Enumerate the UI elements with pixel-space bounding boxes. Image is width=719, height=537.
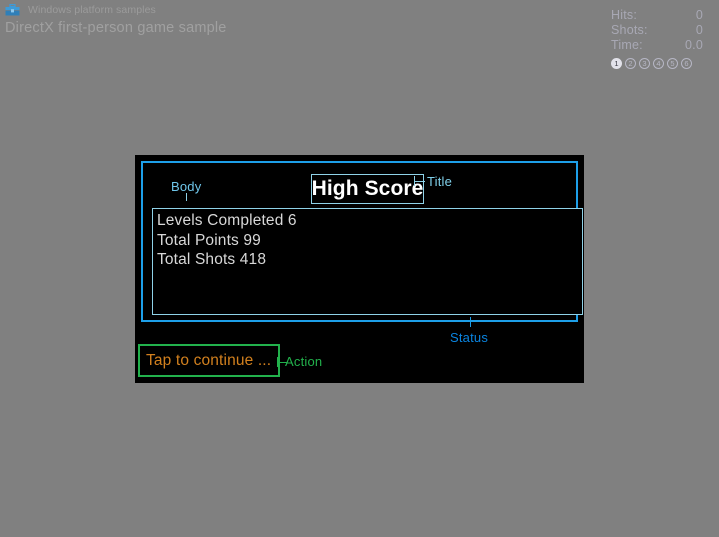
overlay-title-text: High Score (311, 177, 424, 200)
game-hud: Hits: 0 Shots: 0 Time: 0.0 1 2 3 4 5 6 (611, 8, 703, 69)
level-pip-4: 4 (653, 58, 664, 69)
callout-label-status: Status (450, 330, 489, 345)
body-line-levels-completed: Levels Completed 6 (157, 212, 297, 229)
hud-label-hits: Hits: (611, 8, 637, 22)
callout-label-title: Title (427, 174, 453, 189)
hud-value-shots: 0 (695, 23, 703, 37)
hud-label-time: Time: (611, 38, 643, 52)
callout-tick-status (470, 317, 471, 327)
hud-row-shots: Shots: 0 (611, 23, 703, 38)
level-pip-3: 3 (639, 58, 650, 69)
toolbox-icon (5, 4, 20, 16)
level-pip-2: 2 (625, 58, 636, 69)
level-pip-6: 6 (681, 58, 692, 69)
hud-value-time: 0.0 (685, 38, 703, 52)
game-overlay-panel: High Score Levels Completed 6 Total Poin… (135, 155, 584, 383)
callout-tick-body (186, 193, 187, 201)
hud-label-shots: Shots: (611, 23, 648, 37)
callout-tick-title (414, 181, 425, 182)
overlay-title-box: High Score (311, 174, 424, 204)
status-region: High Score Levels Completed 6 Total Poin… (141, 161, 583, 322)
tap-to-continue-button[interactable]: Tap to continue ... (138, 344, 280, 377)
hud-row-hits: Hits: 0 (611, 8, 703, 23)
level-pip-5: 5 (667, 58, 678, 69)
callout-label-body: Body (171, 179, 202, 194)
body-line-total-points: Total Points 99 (157, 231, 261, 249)
callout-label-action: Action (285, 354, 323, 369)
app-subtitle: DirectX first-person game sample (5, 20, 227, 36)
hud-level-indicators: 1 2 3 4 5 6 (611, 58, 703, 69)
overlay-body-box: Levels Completed 6 Total Points 99 Total… (152, 208, 583, 315)
hud-row-time: Time: 0.0 (611, 38, 703, 53)
app-titlebar-label: Windows platform samples (28, 4, 156, 16)
body-line-total-shots: Total Shots 418 (157, 251, 267, 268)
tap-to-continue-label: Tap to continue ... (146, 351, 272, 369)
hud-value-hits: 0 (695, 8, 703, 22)
level-pip-1: 1 (611, 58, 622, 69)
